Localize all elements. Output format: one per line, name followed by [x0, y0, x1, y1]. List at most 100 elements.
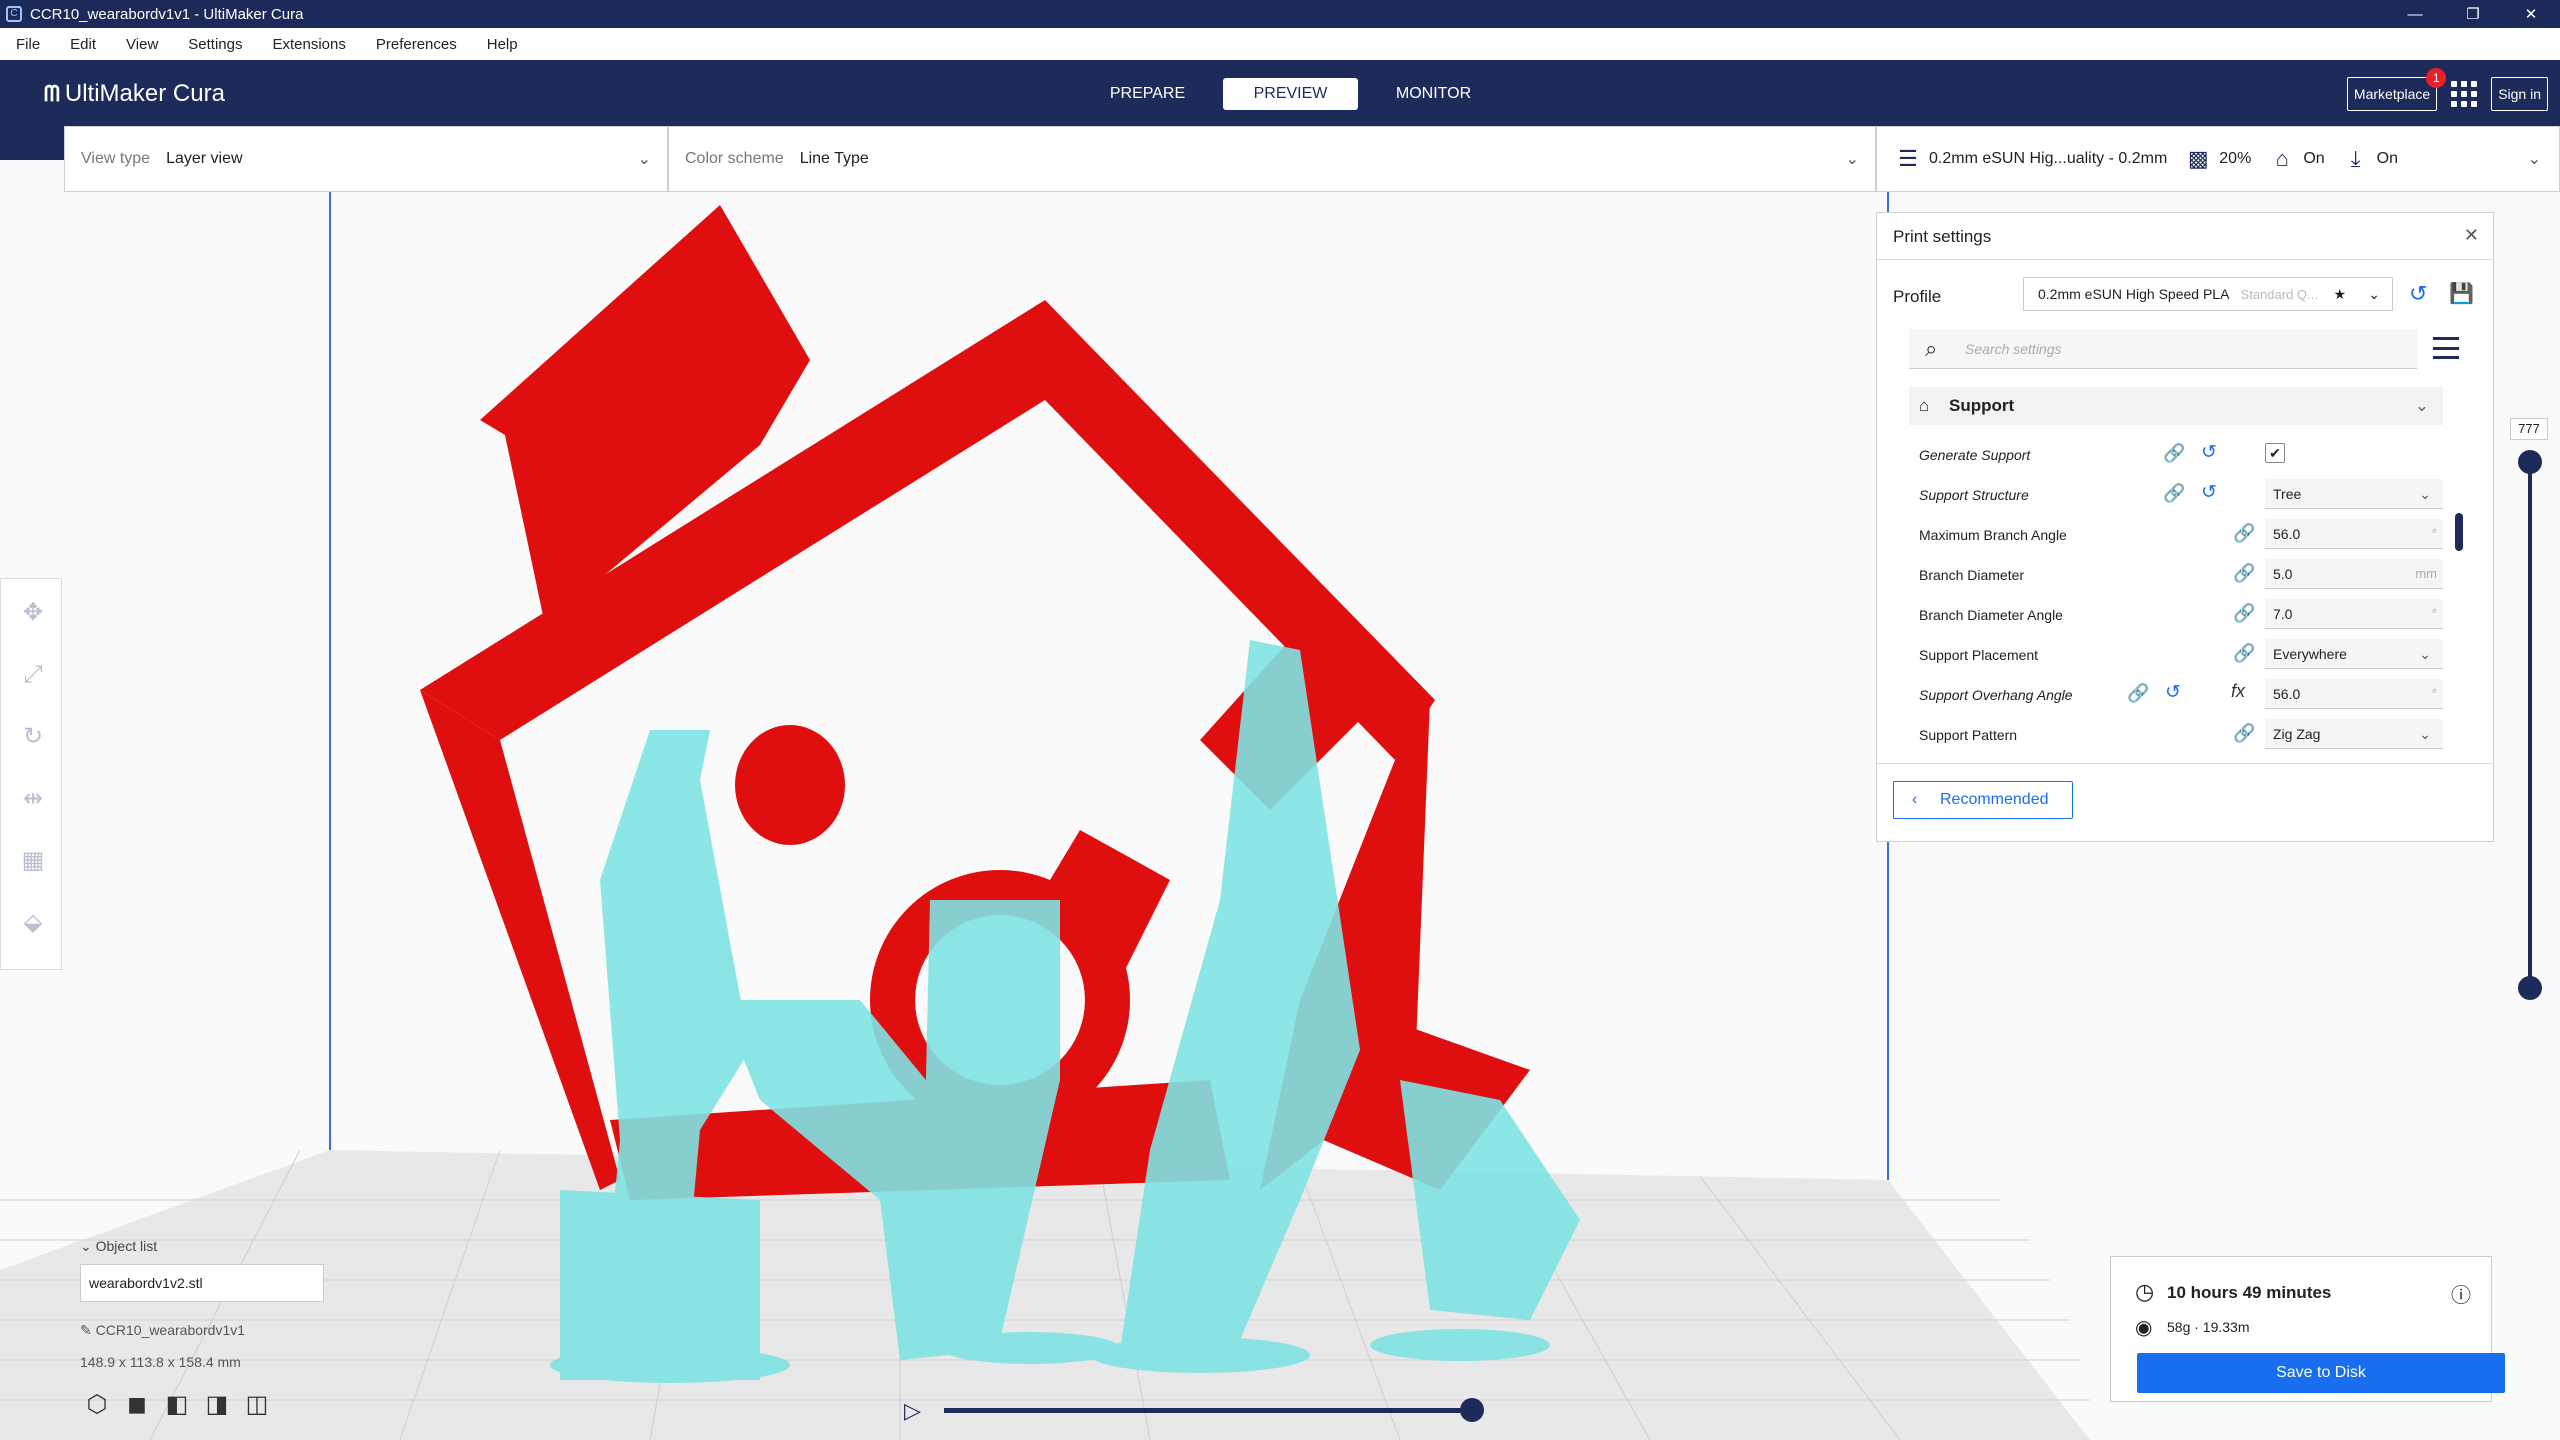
- object-list-label: Object list: [95, 1238, 158, 1254]
- path-slider-track[interactable]: [944, 1408, 1474, 1413]
- reset-icon[interactable]: ↺: [2201, 441, 2217, 464]
- reset-profile-icon[interactable]: ↺: [2409, 281, 2427, 307]
- link-icon[interactable]: 🔗: [2233, 723, 2255, 744]
- category-support[interactable]: ⌂ Support ⌄: [1909, 387, 2443, 425]
- object-list-header[interactable]: ⌄ Object list: [80, 1238, 157, 1255]
- view-type-dropdown[interactable]: View type Layer view ⌄: [64, 126, 668, 192]
- recommended-button[interactable]: ‹ Recommended: [1893, 781, 2073, 819]
- sign-in-button[interactable]: Sign in: [2491, 77, 2548, 111]
- field-unit: °: [2431, 526, 2437, 541]
- right-view-icon[interactable]: ◫: [244, 1392, 270, 1418]
- layer-slider-top-handle[interactable]: [2518, 450, 2542, 474]
- restore-button[interactable]: ❐: [2444, 0, 2502, 28]
- support-pattern-select[interactable]: Zig Zag ⌄: [2265, 719, 2443, 749]
- ultimaker-logo: ᗰ UltiMaker Cura: [44, 80, 225, 108]
- reset-icon[interactable]: ↺: [2165, 681, 2181, 704]
- category-label: Support: [1949, 396, 2015, 415]
- menu-edit[interactable]: Edit: [70, 36, 96, 53]
- support-value: On: [2303, 150, 2325, 167]
- setting-support-pattern: Support Pattern 🔗 Zig Zag ⌄: [1919, 715, 2459, 755]
- tab-preview[interactable]: PREVIEW: [1223, 78, 1358, 110]
- left-view-icon[interactable]: ◨: [204, 1392, 230, 1418]
- close-window-button[interactable]: ✕: [2502, 0, 2560, 28]
- window-title: CCR10_wearabordv1v1 - UltiMaker Cura: [30, 5, 304, 23]
- apps-grid-icon[interactable]: [2451, 81, 2478, 107]
- per-model-settings-icon[interactable]: ▦: [19, 847, 47, 875]
- color-scheme-dropdown[interactable]: Color scheme Line Type ⌄: [668, 126, 1876, 192]
- play-icon[interactable]: ▷: [904, 1398, 921, 1424]
- adhesion-summary: ⤓ On: [2343, 146, 2398, 172]
- minimize-button[interactable]: —: [2386, 0, 2444, 28]
- view-type-value: Layer view: [166, 150, 243, 167]
- generate-support-checkbox[interactable]: ✔: [2265, 443, 2285, 463]
- marketplace-button[interactable]: Marketplace 1: [2346, 68, 2447, 111]
- marketplace-badge: 1: [2426, 68, 2447, 88]
- menu-help[interactable]: Help: [487, 36, 518, 53]
- setting-label: Branch Diameter: [1919, 567, 2025, 583]
- save-profile-icon[interactable]: 💾: [2449, 281, 2474, 306]
- reset-icon[interactable]: ↺: [2201, 481, 2217, 504]
- menu-settings[interactable]: Settings: [188, 36, 242, 53]
- link-icon[interactable]: 🔗: [2127, 683, 2149, 704]
- setting-label: Support Placement: [1919, 647, 2039, 663]
- menu-preferences[interactable]: Preferences: [376, 36, 457, 53]
- tab-prepare[interactable]: PREPARE: [1080, 78, 1215, 110]
- link-icon[interactable]: 🔗: [2233, 563, 2255, 584]
- print-settings-panel: Print settings ✕ Profile 0.2mm eSUN High…: [1876, 212, 2494, 842]
- tab-monitor[interactable]: MONITOR: [1366, 78, 1501, 110]
- save-to-disk-button[interactable]: Save to Disk: [2137, 1353, 2505, 1393]
- link-icon[interactable]: 🔗: [2233, 643, 2255, 664]
- support-icon: ⌂: [1919, 396, 1930, 415]
- object-name: ✎ CCR10_wearabordv1v1: [80, 1322, 245, 1339]
- print-settings-bar[interactable]: ☰ 0.2mm eSUN Hig...uality - 0.2mm ▩ 20% …: [1876, 126, 2560, 192]
- scale-tool-icon[interactable]: ⤢: [19, 661, 47, 689]
- layer-number-input[interactable]: 777: [2510, 418, 2548, 440]
- select-value: Tree: [2273, 486, 2302, 502]
- link-icon[interactable]: 🔗: [2233, 603, 2255, 624]
- profile-dropdown[interactable]: 0.2mm eSUN High Speed PLA Standard Q... …: [2023, 277, 2393, 311]
- support-summary: ⌂ On: [2269, 146, 2325, 172]
- rotate-tool-icon[interactable]: ↻: [19, 723, 47, 751]
- mirror-tool-icon[interactable]: ⇹: [19, 785, 47, 813]
- chevron-down-icon: ⌄: [2414, 396, 2429, 415]
- formula-icon[interactable]: fx: [2231, 681, 2245, 702]
- support-overhang-angle-field[interactable]: 56.0 °: [2265, 679, 2443, 709]
- link-icon[interactable]: 🔗: [2233, 523, 2255, 544]
- top-view-icon[interactable]: ◧: [164, 1392, 190, 1418]
- settings-menu-icon[interactable]: [2433, 337, 2459, 359]
- branch-diameter-angle-field[interactable]: 7.0 °: [2265, 599, 2443, 629]
- 3d-view-icon[interactable]: ⬡: [84, 1392, 110, 1418]
- chevron-down-icon: ⌄: [2368, 286, 2380, 302]
- header-right: Marketplace 1 Sign in: [2346, 68, 2548, 111]
- chevron-down-icon: ⌄: [2527, 151, 2541, 168]
- pencil-icon[interactable]: ✎: [80, 1322, 96, 1338]
- close-icon[interactable]: ✕: [2464, 225, 2479, 246]
- front-view-icon[interactable]: ◼: [124, 1392, 150, 1418]
- star-icon[interactable]: ★: [2333, 278, 2346, 310]
- max-branch-angle-field[interactable]: 56.0 °: [2265, 519, 2443, 549]
- field-unit: °: [2431, 686, 2437, 701]
- material-estimate: 58g · 19.33m: [2167, 1319, 2250, 1335]
- layer-slider-track[interactable]: [2528, 458, 2532, 988]
- chevron-down-icon: ⌄: [2419, 646, 2431, 662]
- support-structure-select[interactable]: Tree ⌄: [2265, 479, 2443, 509]
- menu-file[interactable]: File: [16, 36, 40, 53]
- settings-scrollbar[interactable]: [2455, 513, 2463, 551]
- menu-view[interactable]: View: [126, 36, 158, 53]
- object-list-item[interactable]: wearabordv1v2.stl: [80, 1264, 324, 1302]
- support-blocker-icon[interactable]: ⬙: [19, 909, 47, 937]
- info-icon[interactable]: ⓘ: [2451, 1279, 2471, 1308]
- link-icon[interactable]: 🔗: [2163, 443, 2185, 464]
- chevron-down-icon: ⌄: [637, 151, 651, 168]
- print-settings-title: Print settings: [1893, 227, 1992, 246]
- support-placement-select[interactable]: Everywhere ⌄: [2265, 639, 2443, 669]
- move-tool-icon[interactable]: ✥: [19, 599, 47, 627]
- stage-tabs: PREPARE PREVIEW MONITOR: [1080, 78, 1509, 110]
- path-slider-handle[interactable]: [1460, 1398, 1484, 1422]
- search-settings-input[interactable]: ⌕ Search settings: [1909, 329, 2417, 369]
- link-icon[interactable]: 🔗: [2163, 483, 2185, 504]
- layer-slider-bottom-handle[interactable]: [2518, 976, 2542, 1000]
- menu-extensions[interactable]: Extensions: [272, 36, 345, 53]
- branch-diameter-field[interactable]: 5.0 mm: [2265, 559, 2443, 589]
- divider: [1877, 259, 2493, 260]
